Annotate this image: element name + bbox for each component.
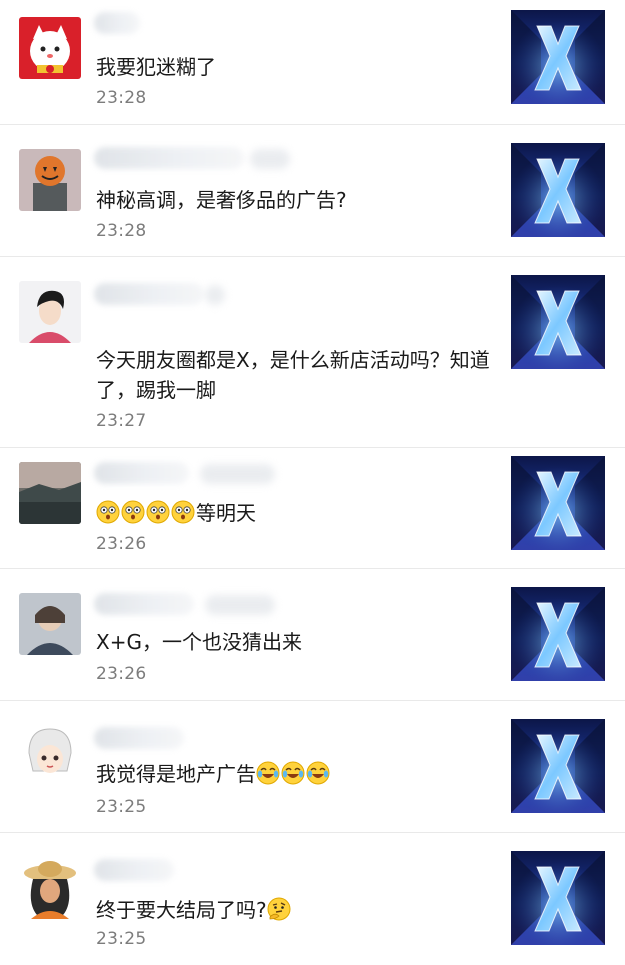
blurred-username <box>94 147 244 169</box>
shocked-face-emoji-icon <box>146 500 170 524</box>
shocked-face-emoji-icon <box>121 500 145 524</box>
lucky-cat-avatar-icon <box>19 17 81 79</box>
landscape-avatar-icon <box>19 462 81 524</box>
crying-laughing-emoji-icon <box>256 761 280 785</box>
girl-photo-avatar-icon <box>19 593 81 655</box>
blurred-username <box>94 859 174 881</box>
x-poster-icon <box>511 719 605 813</box>
comment-time: 23:26 <box>96 534 147 554</box>
comment-item[interactable]: 我要犯迷糊了 23:28 <box>0 0 625 125</box>
comment-time: 23:27 <box>96 411 147 431</box>
x-poster-icon <box>511 587 605 681</box>
post-thumbnail[interactable] <box>511 275 605 369</box>
post-thumbnail[interactable] <box>511 587 605 681</box>
blurred-username-extra <box>250 149 290 169</box>
avatar[interactable] <box>19 149 81 211</box>
thinking-face-emoji-icon <box>266 897 291 921</box>
avatar[interactable] <box>19 725 81 787</box>
blurred-username <box>94 283 204 305</box>
comment-text: 我觉得是地产广告 <box>96 759 496 789</box>
post-thumbnail[interactable] <box>511 143 605 237</box>
shocked-face-emoji-icon <box>96 500 120 524</box>
comment-text: 等明天 <box>96 498 496 528</box>
straw-hat-avatar-icon <box>19 857 81 919</box>
comment-time: 23:28 <box>96 88 147 108</box>
x-poster-icon <box>511 275 605 369</box>
avatar[interactable] <box>19 17 81 79</box>
avatar[interactable] <box>19 593 81 655</box>
comment-text: 终于要大结局了吗? <box>96 895 496 925</box>
x-poster-icon <box>511 851 605 945</box>
comment-time: 23:25 <box>96 797 147 817</box>
comment-text-body: 终于要大结局了吗? <box>96 898 267 922</box>
blurred-username-extra <box>205 595 275 615</box>
comment-time: 23:28 <box>96 221 147 241</box>
x-poster-icon <box>511 456 605 550</box>
comment-item[interactable]: 终于要大结局了吗? 23:25 <box>0 833 625 965</box>
blurred-username <box>94 593 194 615</box>
avatar[interactable] <box>19 462 81 524</box>
comment-item[interactable]: 等明天 23:26 <box>0 448 625 569</box>
blurred-username <box>94 462 189 484</box>
comment-item[interactable]: 我觉得是地产广告 23:25 <box>0 701 625 833</box>
pumpkin-head-avatar-icon <box>19 149 81 211</box>
post-thumbnail[interactable] <box>511 719 605 813</box>
comment-text: 神秘高调，是奢侈品的广告? <box>96 188 347 212</box>
blurred-username-extra <box>205 285 225 305</box>
comment-text: X+G，一个也没猜出来 <box>96 630 302 654</box>
comment-item[interactable]: X+G，一个也没猜出来 23:26 <box>0 569 625 701</box>
anime-girl-avatar-icon <box>19 725 81 787</box>
comment-list: 我要犯迷糊了 23:28 神秘高调，是奢侈品的广告? 23:28 今天朋友圈都是… <box>0 0 625 965</box>
blurred-username <box>94 12 140 34</box>
avatar[interactable] <box>19 857 81 919</box>
post-thumbnail[interactable] <box>511 456 605 550</box>
post-thumbnail[interactable] <box>511 10 605 104</box>
x-poster-icon <box>511 10 605 104</box>
blurred-username <box>94 727 184 749</box>
x-poster-icon <box>511 143 605 237</box>
avatar[interactable] <box>19 281 81 343</box>
comment-item[interactable]: 今天朋友圈都是X，是什么新店活动吗？知道了，踢我一脚 23:27 <box>0 257 625 448</box>
comment-text-body: 我觉得是地产广告 <box>96 762 256 786</box>
crying-laughing-emoji-icon <box>306 761 330 785</box>
crying-laughing-emoji-icon <box>281 761 305 785</box>
comment-text-body: 等明天 <box>196 501 256 525</box>
comment-text: 今天朋友圈都是X，是什么新店活动吗？知道了，踢我一脚 <box>96 348 490 402</box>
shocked-face-emoji-icon <box>171 500 195 524</box>
comment-time: 23:25 <box>96 929 147 949</box>
blurred-username-extra <box>200 464 275 484</box>
comment-text: 我要犯迷糊了 <box>96 55 216 79</box>
boy-avatar-icon <box>19 281 81 343</box>
post-thumbnail[interactable] <box>511 851 605 945</box>
comment-time: 23:26 <box>96 664 147 684</box>
comment-item[interactable]: 神秘高调，是奢侈品的广告? 23:28 <box>0 125 625 257</box>
